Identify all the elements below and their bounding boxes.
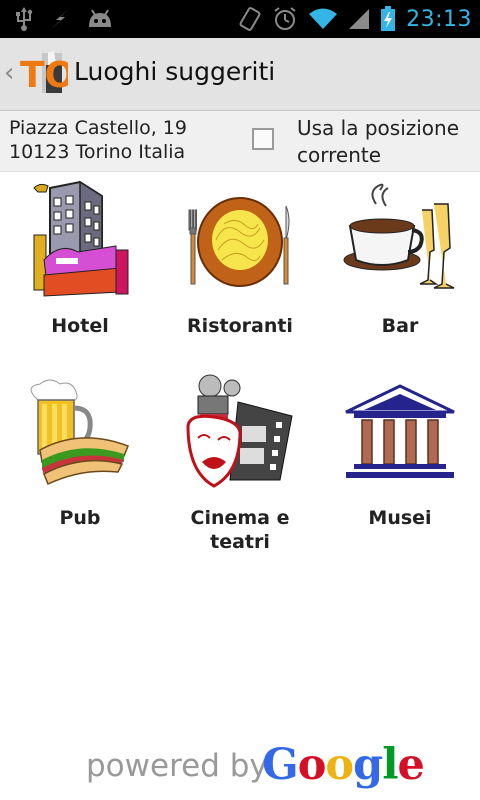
address-line-2[interactable]: 10123 Torino Italia (9, 141, 185, 163)
google-letter-4: g (353, 740, 383, 790)
bar-icon (343, 183, 455, 289)
app-logo[interactable]: TO (20, 51, 68, 97)
category-ristoranti[interactable]: Ristoranti (160, 180, 320, 350)
address-line-1[interactable]: Piazza Castello, 19 (9, 117, 187, 139)
google-letter-3: o (325, 740, 354, 790)
category-label: Ristoranti (187, 315, 293, 337)
google-letter-6: e (397, 740, 425, 790)
android-icon (89, 9, 111, 27)
museum-icon (345, 384, 455, 478)
battery-icon (381, 6, 396, 31)
category-label: Musei (368, 507, 432, 529)
action-bar: ‹ TO Luoghi suggeriti (0, 38, 480, 111)
signal-icon (349, 9, 370, 29)
google-letter-2: o (297, 740, 327, 790)
category-label: Bar (381, 315, 419, 337)
back-chevron-icon[interactable]: ‹ (4, 60, 14, 86)
cinema-icon (186, 374, 293, 488)
google-letter-1: G (262, 740, 299, 790)
google-letter-5: l (382, 740, 398, 790)
category-label: Pub (59, 507, 101, 529)
category-bar[interactable]: Bar (320, 180, 480, 350)
usb-icon (16, 7, 33, 31)
vibrate-icon (239, 7, 261, 31)
use-position-label-line-2[interactable]: corrente (297, 143, 381, 167)
google-logo: Google (262, 740, 425, 790)
hotel-icon (33, 180, 129, 297)
lightning-icon (50, 8, 70, 30)
use-current-position-checkbox[interactable] (252, 128, 274, 150)
category-hotel[interactable]: Hotel (0, 180, 160, 350)
category-label-line-1: Cinema e (190, 507, 290, 529)
category-label-line-2: teatri (210, 531, 270, 553)
use-position-label-line-1[interactable]: Usa la posizione (297, 116, 459, 140)
powered-by-text: powered by (86, 748, 268, 784)
wifi-icon (309, 8, 338, 29)
location-bar: Piazza Castello, 19 10123 Torino Italia … (0, 111, 480, 172)
clock: 23:13 (406, 6, 472, 32)
pub-icon (30, 379, 129, 486)
page-title: Luoghi suggeriti (74, 57, 276, 86)
category-label: Hotel (51, 315, 109, 337)
status-bar: 23:13 (0, 0, 480, 38)
alarm-icon (274, 7, 296, 30)
category-pub[interactable]: Pub (0, 372, 160, 542)
category-musei[interactable]: Musei (320, 372, 480, 542)
powered-by-google: powered by Google (0, 738, 480, 794)
category-cinema-teatri[interactable]: Cinema e teatri (160, 372, 320, 562)
restaurant-icon (188, 197, 290, 287)
logo-text: TO (20, 55, 68, 96)
